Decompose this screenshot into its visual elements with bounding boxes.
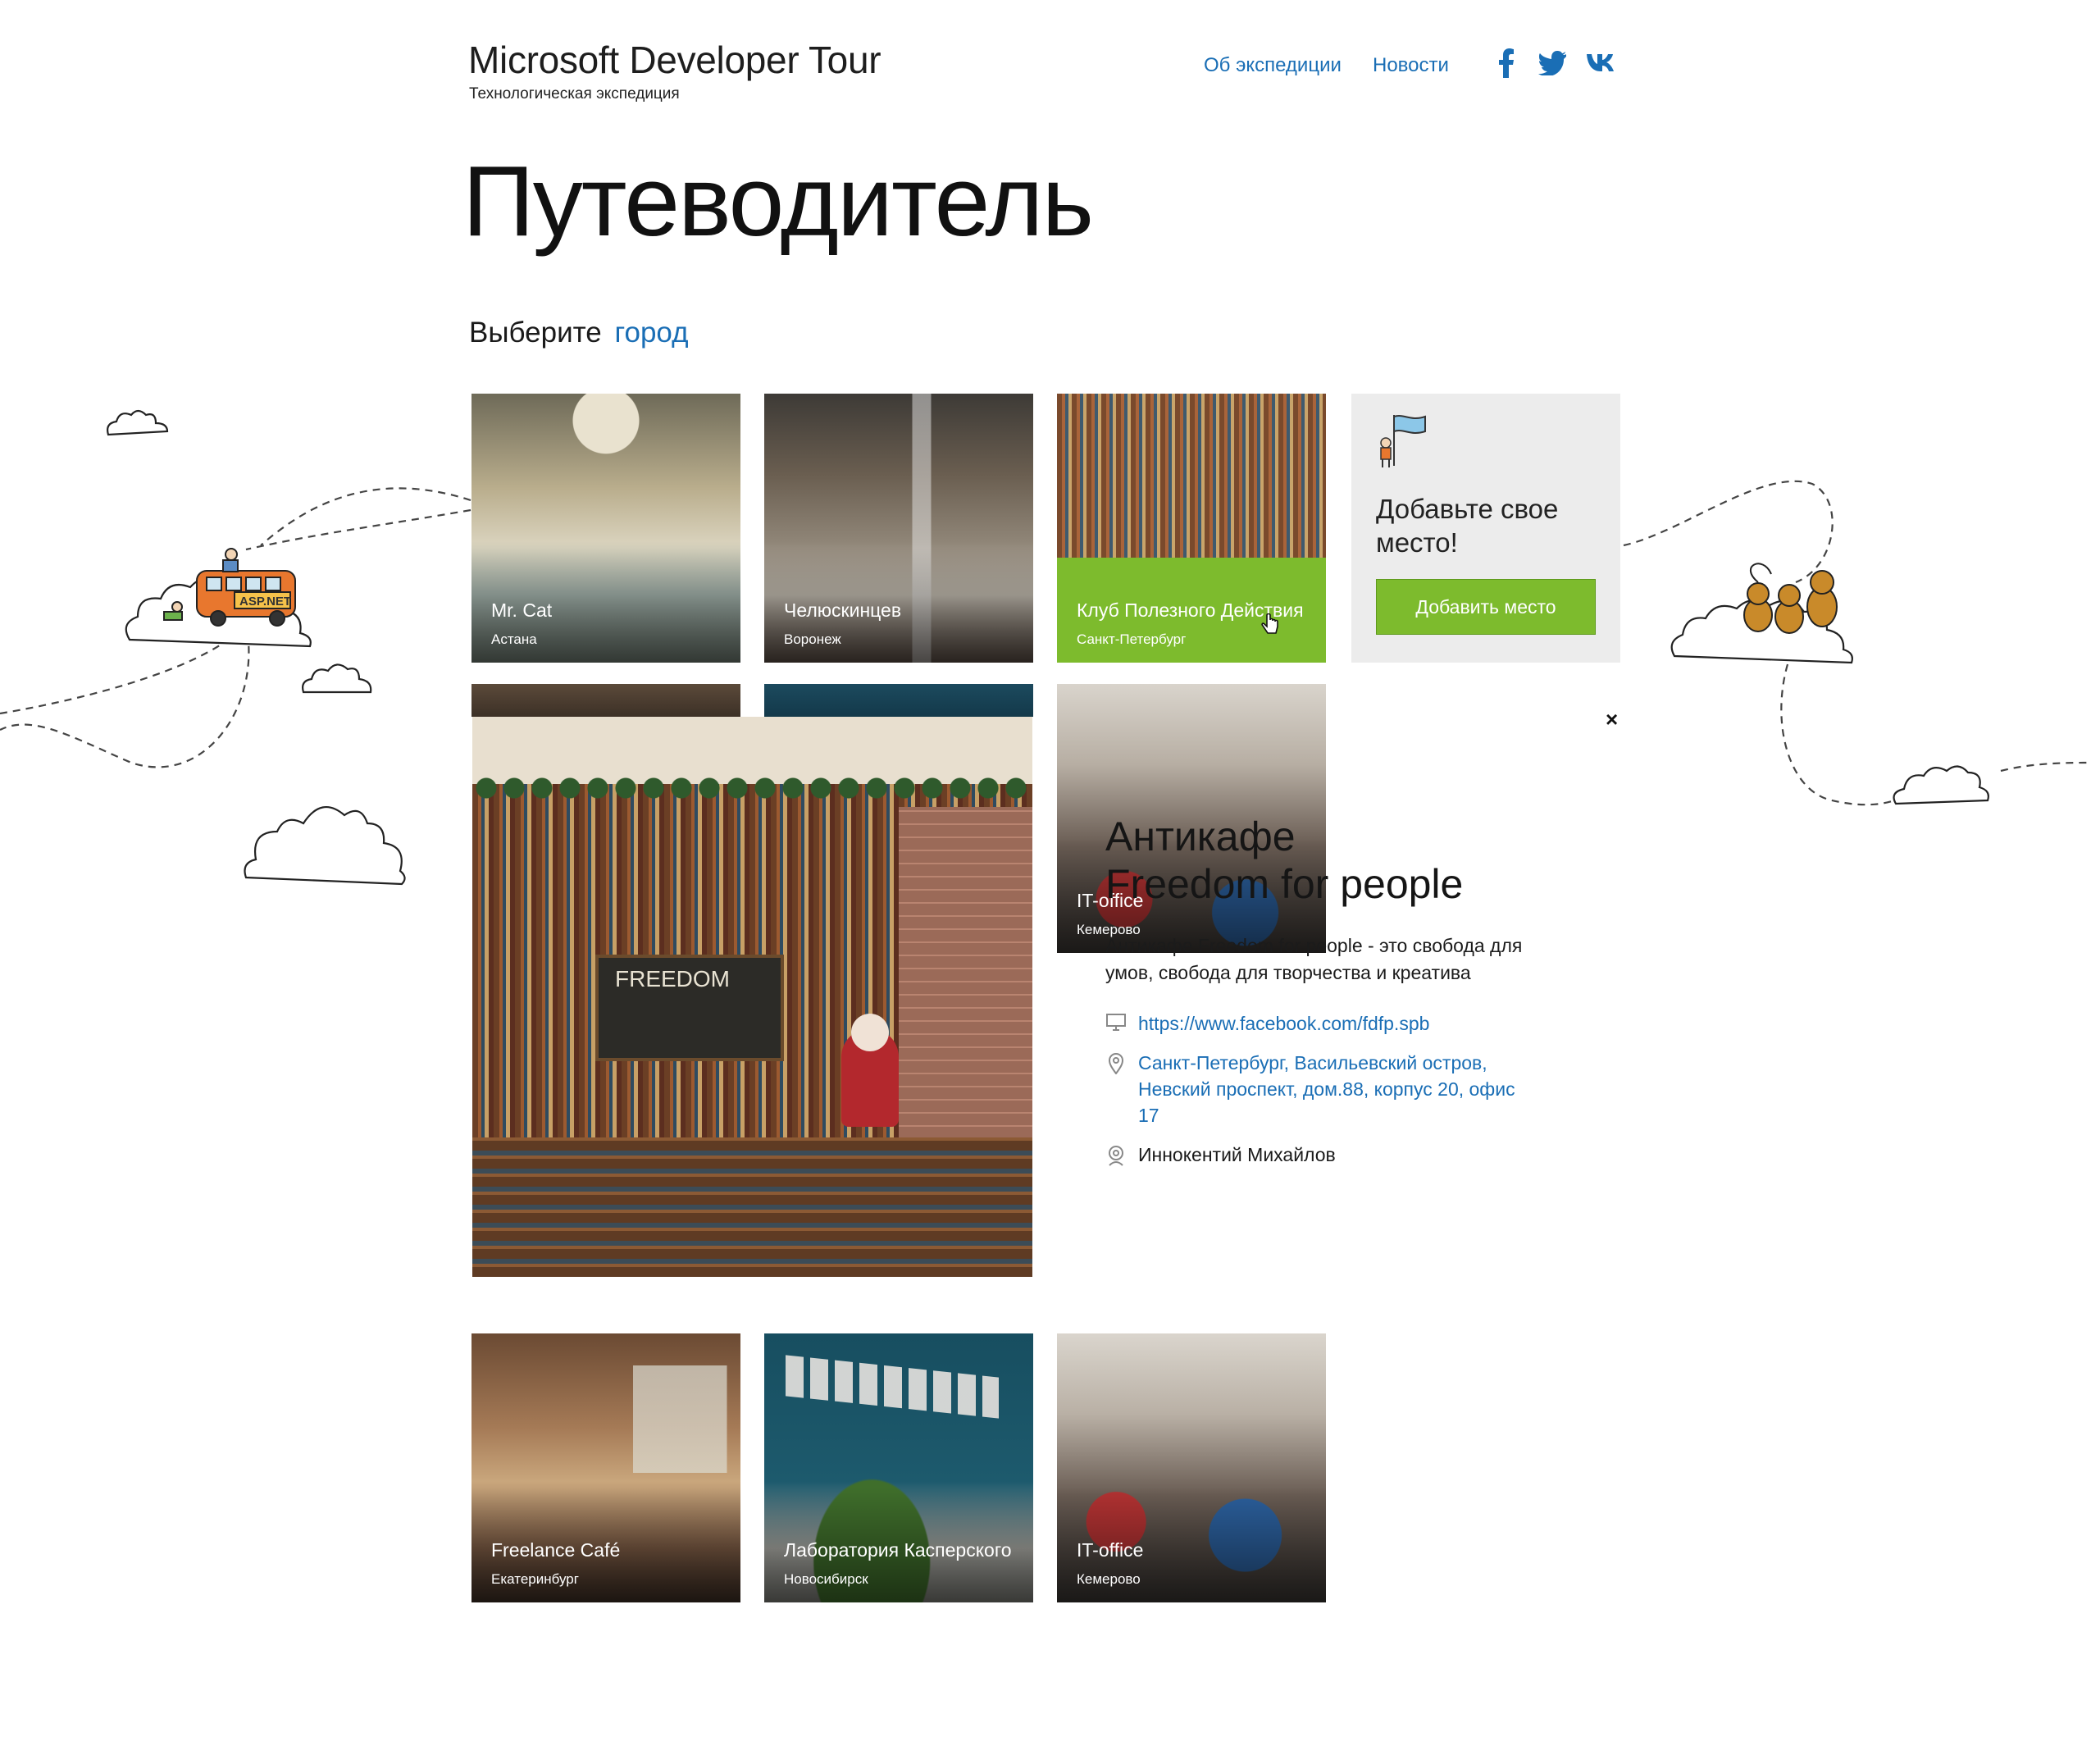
freedom-sign: FREEDOM bbox=[595, 955, 784, 1061]
tile-name: Freelance Café bbox=[491, 1538, 621, 1561]
detail-title-line2: Freedom for people bbox=[1105, 860, 1464, 907]
location-pin-icon bbox=[1105, 1050, 1127, 1129]
tile-city: Воронеж bbox=[784, 631, 841, 647]
place-tile-row2-middle[interactable] bbox=[764, 684, 1033, 717]
detail-title: Антикафе Freedom for people bbox=[1105, 814, 1463, 908]
choose-city: Выберите город bbox=[469, 317, 689, 349]
place-tile-freelance-cafe[interactable]: Freelance Café Екатеринбург bbox=[472, 1333, 740, 1602]
tile-city: Астана bbox=[491, 631, 537, 647]
tile-city: Екатеринбург bbox=[491, 1571, 579, 1587]
tile-city: Санкт-Петербург bbox=[1077, 631, 1187, 647]
tile-name: Лаборатория Касперского bbox=[784, 1538, 1012, 1561]
nav-about[interactable]: Об экспедиции bbox=[1204, 54, 1342, 77]
city-link[interactable]: город bbox=[614, 317, 688, 349]
monitor-icon bbox=[1105, 1010, 1127, 1037]
page-title: Путеводитель bbox=[462, 145, 1094, 257]
detail-address-row: Санкт-Петербург, Васильевский остров, Не… bbox=[1105, 1050, 1565, 1129]
detail-contact-row: Иннокентий Михайлов bbox=[1105, 1142, 1336, 1168]
close-icon[interactable]: × bbox=[1606, 707, 1618, 732]
nav-news[interactable]: Новости bbox=[1373, 54, 1449, 77]
twitter-icon[interactable] bbox=[1535, 46, 1569, 80]
place-photo bbox=[764, 684, 1033, 717]
detail-website-link[interactable]: https://www.facebook.com/fdfp.spb bbox=[1138, 1010, 1429, 1037]
decorative-doodles: ASP.NET bbox=[0, 409, 2091, 886]
hand-cursor-icon bbox=[1261, 613, 1278, 634]
detail-title-line1: Антикафе bbox=[1105, 814, 1296, 859]
person-icon bbox=[1105, 1142, 1127, 1168]
place-photo bbox=[472, 684, 740, 717]
detail-description: Антикафе Freedom for people - это свобод… bbox=[1105, 935, 1523, 984]
choose-prefix: Выберите bbox=[469, 317, 602, 349]
detail-website-row: https://www.facebook.com/fdfp.spb bbox=[1105, 1010, 1429, 1037]
place-tile-club[interactable]: Клуб Полезного Действия Санкт-Петербург bbox=[1057, 394, 1326, 663]
place-tile-mr-cat[interactable]: Mr. Cat Астана bbox=[472, 394, 740, 663]
tile-name: Mr. Cat bbox=[491, 599, 553, 621]
tile-name: IT-office bbox=[1077, 1538, 1144, 1561]
place-tile-row2-left[interactable] bbox=[472, 684, 740, 717]
tile-name: Челюскинцев bbox=[784, 599, 902, 621]
detail-photo: FREEDOM bbox=[472, 717, 1032, 1277]
add-place-button[interactable]: Добавить место bbox=[1376, 579, 1596, 635]
place-tile-chelyuskintsev[interactable]: Челюскинцев Воронеж bbox=[764, 394, 1033, 663]
detail-address-link[interactable]: Санкт-Петербург, Васильевский остров, Не… bbox=[1138, 1050, 1515, 1129]
place-tile-it-office[interactable]: IT-office Кемерово bbox=[1057, 1333, 1326, 1602]
flag-explorer-icon bbox=[1380, 415, 1426, 467]
facebook-icon[interactable] bbox=[1489, 46, 1524, 80]
vk-icon[interactable] bbox=[1584, 46, 1619, 80]
add-place-title: Добавьте свое место! bbox=[1376, 494, 1559, 558]
tile-city: Новосибирск bbox=[784, 1571, 868, 1587]
tile-city: Кемерово bbox=[1077, 1571, 1141, 1587]
site-subtitle: Технологическая экспедиция bbox=[469, 85, 680, 103]
place-tile-kaspersky[interactable]: Лаборатория Касперского Новосибирск bbox=[764, 1333, 1033, 1602]
site-title[interactable]: Microsoft Developer Tour bbox=[468, 38, 882, 82]
bus-sign: ASP.NET bbox=[239, 595, 291, 609]
add-place-tile: Добавьте свое место! Добавить место bbox=[1351, 394, 1620, 663]
detail-contact: Иннокентий Михайлов bbox=[1138, 1144, 1336, 1165]
